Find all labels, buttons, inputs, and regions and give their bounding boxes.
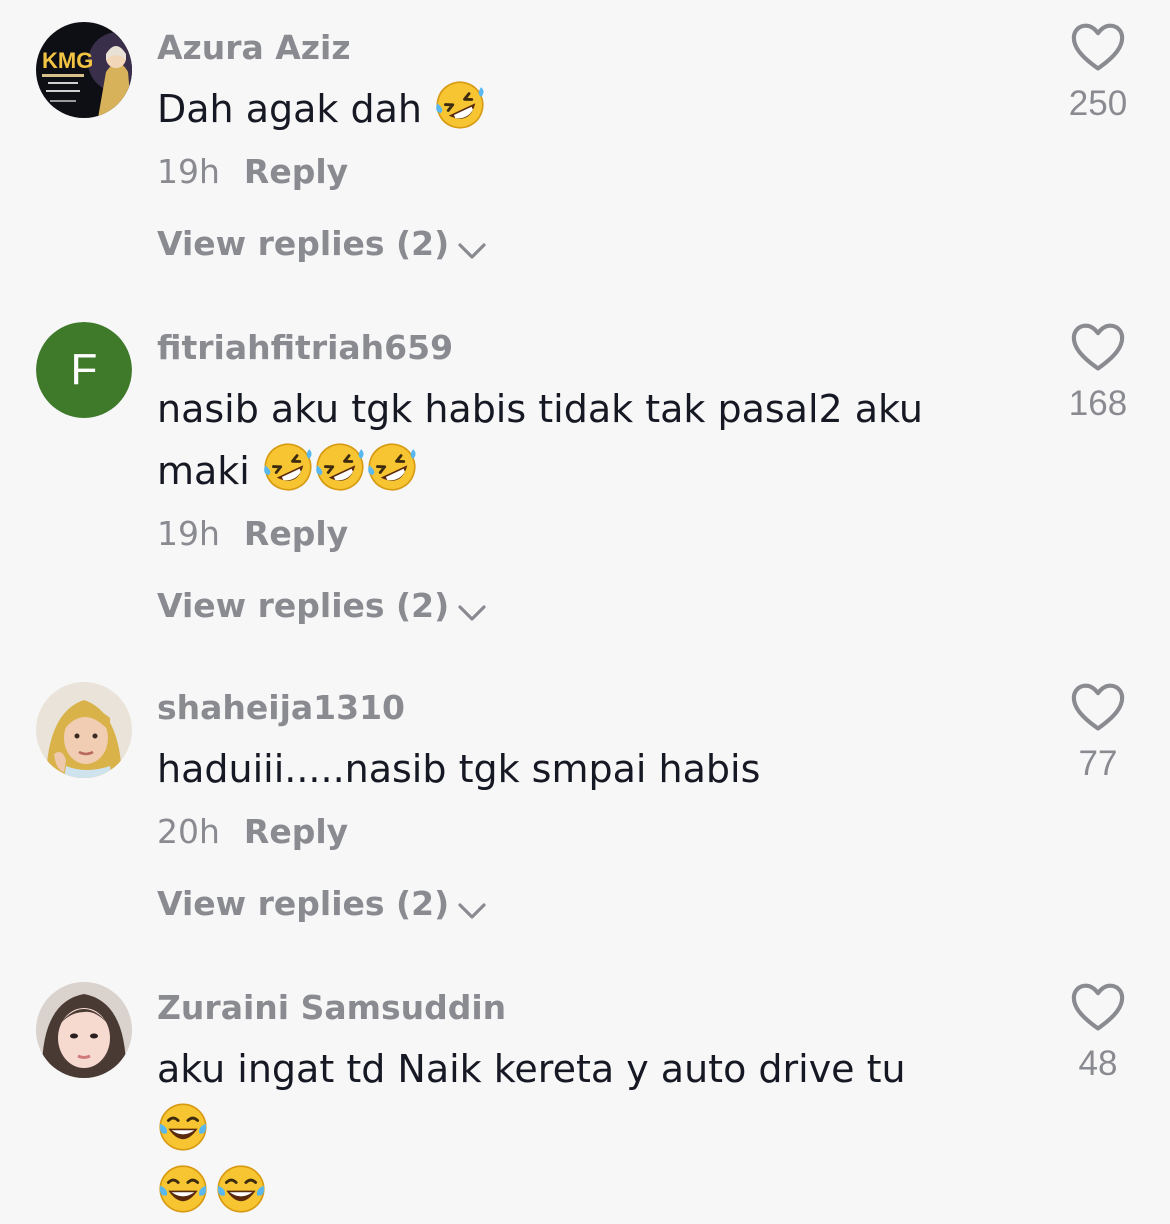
comment-username[interactable]: Zuraini Samsuddin [157,986,957,1030]
comment-time: 19h [157,514,220,553]
rolling-on-floor-laughing-icon [366,441,418,493]
chevron-down-icon [457,241,487,261]
view-replies-label: View replies (2) [157,586,450,625]
face-with-tears-of-joy-icon [157,1101,209,1153]
face-with-tears-of-joy-icon [157,1163,209,1215]
view-replies-label: View replies (2) [157,224,450,263]
heart-outline-icon[interactable] [1070,322,1126,374]
like-count: 250 [1068,84,1128,123]
reply-button[interactable]: Reply [244,152,348,191]
comment-username[interactable]: shaheija1310 [157,686,957,730]
comment-text: haduiii.....nasib tgk smpai habis [157,747,761,791]
chevron-down-icon [457,901,487,921]
heart-outline-icon[interactable] [1070,682,1126,734]
heart-outline-icon[interactable] [1070,982,1126,1034]
rolling-on-floor-laughing-icon [262,441,314,493]
comment-content: fitriahfitriah659 nasib aku tgk habis ti… [157,326,957,628]
like-count: 77 [1078,744,1118,783]
comment-username[interactable]: Azura Aziz [157,26,957,70]
like-button[interactable]: 168 [1058,322,1138,424]
avatar-letter: F [36,322,132,418]
comment-text: nasib aku tgk habis tidak tak pasal2 aku… [157,378,957,502]
avatar[interactable] [36,682,132,778]
comment-content: shaheija1310 haduiii.....nasib tgk smpai… [157,686,957,926]
comment-meta: 19h Reply [157,150,957,194]
avatar[interactable] [36,982,132,1078]
comment-content: Zuraini Samsuddin aku ingat td Naik kere… [157,986,957,1224]
comment-text: aku ingat td Naik kereta y auto drive tu [157,1038,957,1224]
avatar[interactable]: F [36,322,132,418]
like-button[interactable]: 77 [1058,682,1138,784]
reply-button[interactable]: Reply [244,514,348,553]
comment-username[interactable]: fitriahfitriah659 [157,326,957,370]
like-button[interactable]: 48 [1058,982,1138,1084]
avatar-logo-text: KMG [42,48,93,73]
avatar[interactable]: KMG [36,22,132,118]
like-button[interactable]: 250 [1058,22,1138,124]
reply-button[interactable]: Reply [244,812,348,851]
view-replies-button[interactable]: View replies (2) [157,584,957,628]
rolling-on-floor-laughing-icon [434,79,486,131]
rolling-on-floor-laughing-icon [314,441,366,493]
comment-meta: 19h Reply [157,512,957,556]
like-count: 168 [1068,384,1128,423]
like-count: 48 [1078,1044,1118,1083]
face-with-tears-of-joy-icon [215,1163,267,1215]
heart-outline-icon[interactable] [1070,22,1126,74]
comment-text: Dah agak dah [157,78,957,140]
view-replies-button[interactable]: View replies (2) [157,222,957,266]
comment-content: Azura Aziz Dah agak dah 19h Reply View re… [157,26,957,266]
view-replies-label: View replies (2) [157,884,450,923]
comment-time: 19h [157,152,220,191]
chevron-down-icon [457,603,487,623]
view-replies-button[interactable]: View replies (2) [157,882,957,926]
comment-meta: 20h Reply [157,810,957,854]
comment-time: 20h [157,812,220,851]
